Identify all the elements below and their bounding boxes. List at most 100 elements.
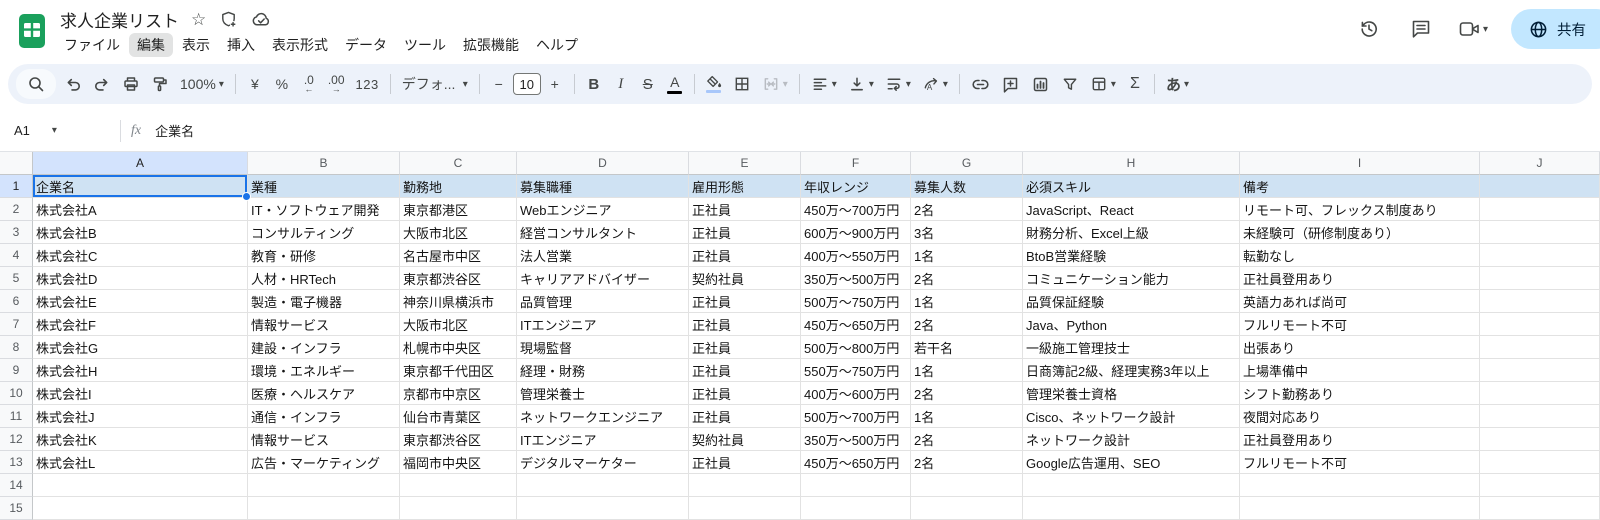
fill-color-button[interactable] [701, 70, 727, 98]
share-button[interactable]: 共有 [1511, 9, 1600, 49]
cell-A13[interactable]: 株式会社L [33, 451, 248, 474]
cell-E2[interactable]: 正社員 [689, 198, 801, 221]
cell-A10[interactable]: 株式会社I [33, 382, 248, 405]
cell-C15[interactable] [400, 497, 517, 520]
menu-edit[interactable]: 編集 [129, 33, 173, 57]
undo-button[interactable] [59, 70, 87, 98]
cell-D3[interactable]: 経営コンサルタント [517, 221, 689, 244]
formula-input[interactable]: 企業名 [155, 121, 194, 140]
cell-F4[interactable]: 400万～550万円 [801, 244, 911, 267]
cell-B12[interactable]: 情報サービス [248, 428, 400, 451]
row-header-6[interactable]: 6 [0, 290, 33, 313]
cell-F2[interactable]: 450万～700万円 [801, 198, 911, 221]
sheets-logo-icon[interactable] [18, 13, 46, 49]
italic-button[interactable]: I [608, 70, 634, 98]
cell-D4[interactable]: 法人営業 [517, 244, 689, 267]
cell-A6[interactable]: 株式会社E [33, 290, 248, 313]
cell-I9[interactable]: 上場準備中 [1240, 359, 1480, 382]
cell-G11[interactable]: 1名 [911, 405, 1023, 428]
cell-J2[interactable] [1480, 198, 1600, 221]
cell-H2[interactable]: JavaScript、React [1023, 198, 1240, 221]
cell-C5[interactable]: 東京都渋谷区 [400, 267, 517, 290]
document-title[interactable]: 求人企業リスト [56, 6, 183, 33]
cell-F6[interactable]: 500万～750万円 [801, 290, 911, 313]
borders-button[interactable] [728, 70, 756, 98]
cell-J12[interactable] [1480, 428, 1600, 451]
cell-H6[interactable]: 品質保証経験 [1023, 290, 1240, 313]
row-header-11[interactable]: 11 [0, 405, 33, 428]
cell-D9[interactable]: 経理・財務 [517, 359, 689, 382]
cell-B11[interactable]: 通信・インフラ [248, 405, 400, 428]
cell-J11[interactable] [1480, 405, 1600, 428]
row-header-9[interactable]: 9 [0, 359, 33, 382]
cell-E3[interactable]: 正社員 [689, 221, 801, 244]
cell-C14[interactable] [400, 474, 517, 497]
name-box[interactable]: A1 ▾ [14, 123, 110, 138]
col-header-A[interactable]: A [33, 152, 248, 175]
insert-comment-button[interactable] [996, 70, 1025, 98]
col-header-J[interactable]: J [1480, 152, 1600, 175]
cell-E13[interactable]: 正社員 [689, 451, 801, 474]
vertical-align-button[interactable]: ▾ [843, 70, 879, 98]
cell-B5[interactable]: 人材・HRTech [248, 267, 400, 290]
cell-F14[interactable] [801, 474, 911, 497]
cell-D5[interactable]: キャリアアドバイザー [517, 267, 689, 290]
cell-E8[interactable]: 正社員 [689, 336, 801, 359]
menu-format[interactable]: 表示形式 [264, 33, 336, 57]
cell-G8[interactable]: 若干名 [911, 336, 1023, 359]
cell-C9[interactable]: 東京都千代田区 [400, 359, 517, 382]
cell-D2[interactable]: Webエンジニア [517, 198, 689, 221]
cell-B13[interactable]: 広告・マーケティング [248, 451, 400, 474]
cell-H1[interactable]: 必須スキル [1023, 175, 1240, 198]
currency-format-button[interactable]: ¥ [242, 70, 268, 98]
cell-I4[interactable]: 転勤なし [1240, 244, 1480, 267]
print-button[interactable] [117, 70, 145, 98]
cell-B1[interactable]: 業種 [248, 175, 400, 198]
cell-F9[interactable]: 550万～750万円 [801, 359, 911, 382]
cell-G6[interactable]: 1名 [911, 290, 1023, 313]
insert-link-button[interactable] [966, 70, 995, 98]
cell-B9[interactable]: 環境・エネルギー [248, 359, 400, 382]
cell-C10[interactable]: 京都市中京区 [400, 382, 517, 405]
col-header-H[interactable]: H [1023, 152, 1240, 175]
cell-H8[interactable]: 一級施工管理技士 [1023, 336, 1240, 359]
menu-insert[interactable]: 挿入 [219, 33, 263, 57]
cell-I8[interactable]: 出張あり [1240, 336, 1480, 359]
cell-F5[interactable]: 350万～500万円 [801, 267, 911, 290]
cell-B10[interactable]: 医療・ヘルスケア [248, 382, 400, 405]
col-header-D[interactable]: D [517, 152, 689, 175]
cell-C7[interactable]: 大阪市北区 [400, 313, 517, 336]
cell-A12[interactable]: 株式会社K [33, 428, 248, 451]
font-family-select[interactable]: デフォ... ▾ [397, 70, 473, 98]
cell-F11[interactable]: 500万～700万円 [801, 405, 911, 428]
menu-extensions[interactable]: 拡張機能 [455, 33, 527, 57]
menu-view[interactable]: 表示 [174, 33, 218, 57]
col-header-F[interactable]: F [801, 152, 911, 175]
row-header-4[interactable]: 4 [0, 244, 33, 267]
menu-data[interactable]: データ [337, 33, 395, 57]
bold-button[interactable]: B [581, 70, 607, 98]
text-color-button[interactable]: A [662, 70, 688, 98]
cell-J14[interactable] [1480, 474, 1600, 497]
row-header-3[interactable]: 3 [0, 221, 33, 244]
cell-G9[interactable]: 1名 [911, 359, 1023, 382]
cell-J5[interactable] [1480, 267, 1600, 290]
text-rotation-button[interactable]: A ▾ [917, 70, 953, 98]
meet-button[interactable]: ▾ [1451, 9, 1495, 49]
strikethrough-button[interactable]: S [635, 70, 661, 98]
cell-I5[interactable]: 正社員登用あり [1240, 267, 1480, 290]
row-header-10[interactable]: 10 [0, 382, 33, 405]
cell-B3[interactable]: コンサルティング [248, 221, 400, 244]
insert-table-button[interactable]: ▾ [1085, 70, 1121, 98]
cell-E9[interactable]: 正社員 [689, 359, 801, 382]
row-header-13[interactable]: 13 [0, 451, 33, 474]
cell-G10[interactable]: 2名 [911, 382, 1023, 405]
cell-D12[interactable]: ITエンジニア [517, 428, 689, 451]
cell-I7[interactable]: フルリモート不可 [1240, 313, 1480, 336]
text-wrap-button[interactable]: ▾ [880, 70, 916, 98]
percent-format-button[interactable]: % [269, 70, 295, 98]
cell-G5[interactable]: 2名 [911, 267, 1023, 290]
cell-C6[interactable]: 神奈川県横浜市 [400, 290, 517, 313]
cell-J9[interactable] [1480, 359, 1600, 382]
cell-D7[interactable]: ITエンジニア [517, 313, 689, 336]
